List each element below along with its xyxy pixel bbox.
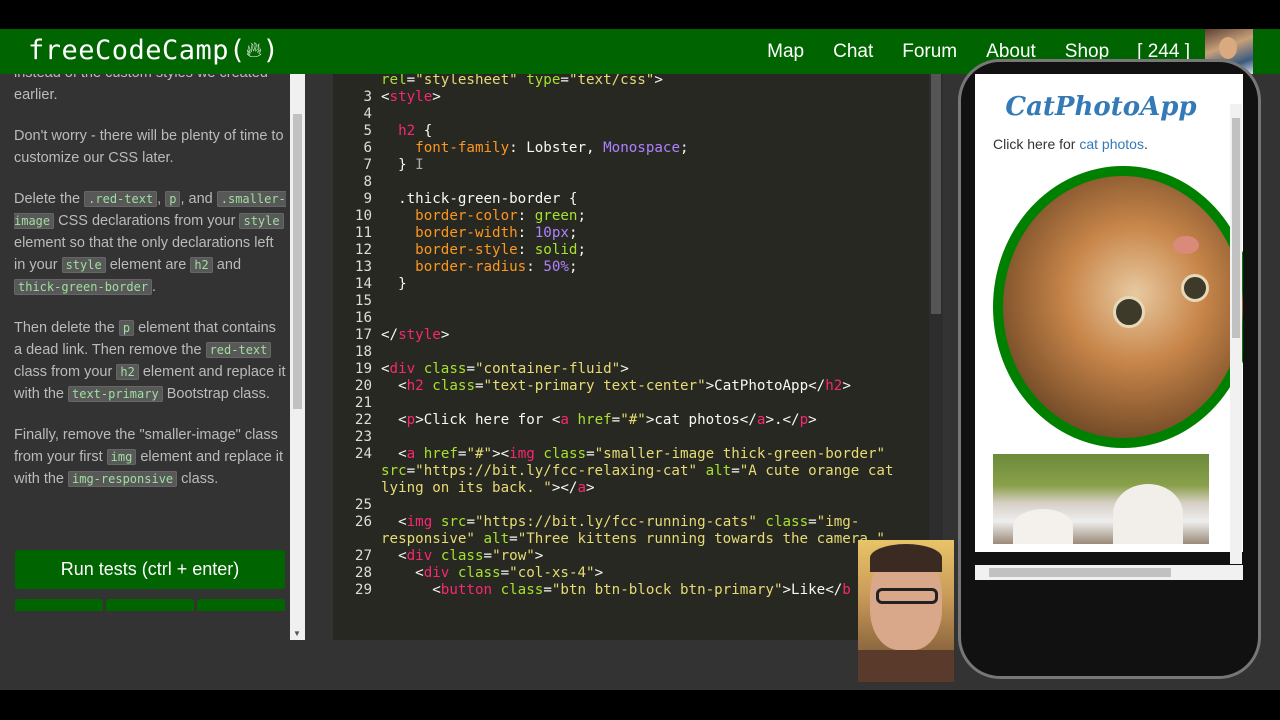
instructions-text: instead of the custom styles we created … (14, 74, 286, 509)
preview-vertical-scrollbar[interactable] (1230, 104, 1242, 564)
instructions-scrollbar[interactable]: ▼ (290, 74, 305, 640)
reset-button[interactable] (15, 599, 103, 611)
instruction-p1: instead of the custom styles we created … (14, 74, 268, 103)
brand-logo[interactable]: freeCodeCamp(🔥︎) (28, 33, 279, 69)
preview-paragraph: Click here for cat photos. (993, 136, 1148, 152)
bug-button[interactable] (197, 599, 285, 611)
secondary-buttons (15, 599, 285, 611)
preview-screen: CatPhotoApp Click here for cat photos. (975, 74, 1243, 552)
running-kittens-image (993, 454, 1209, 544)
instruction-p5: Finally, remove the "smaller-image" clas… (14, 427, 284, 487)
code-editor[interactable]: rel="stylesheet" type="text/css"> 3 <styl… (333, 74, 943, 640)
brand-text: freeCodeCamp( (28, 35, 246, 66)
nav-map[interactable]: Map (767, 41, 804, 63)
nav-forum[interactable]: Forum (902, 41, 957, 63)
flame-icon: 🔥︎ (245, 38, 263, 63)
nav-chat[interactable]: Chat (833, 41, 873, 63)
relaxing-cat-image[interactable] (993, 166, 1243, 448)
webcam-overlay (858, 540, 954, 682)
preview-horizontal-scrollbar[interactable] (975, 565, 1243, 580)
preview-title: CatPhotoApp (1005, 92, 1197, 122)
instruction-p2: Don't worry - there will be plenty of ti… (14, 128, 284, 166)
instruction-p4: Then delete the p element that contains … (14, 320, 286, 402)
cat-photos-link[interactable]: cat photos (1079, 136, 1144, 152)
help-button[interactable] (106, 599, 194, 611)
instruction-p3: Delete the .red-text, p, and .smaller-im… (14, 191, 286, 295)
instructions-panel: instead of the custom styles we created … (0, 74, 305, 640)
video-frame: freeCodeCamp(🔥︎) Map Chat Forum About Sh… (0, 0, 1280, 720)
scroll-down-icon[interactable]: ▼ (293, 629, 301, 638)
brand-text-close: ) (262, 35, 280, 66)
run-tests-button[interactable]: Run tests (ctrl + enter) (15, 550, 285, 589)
